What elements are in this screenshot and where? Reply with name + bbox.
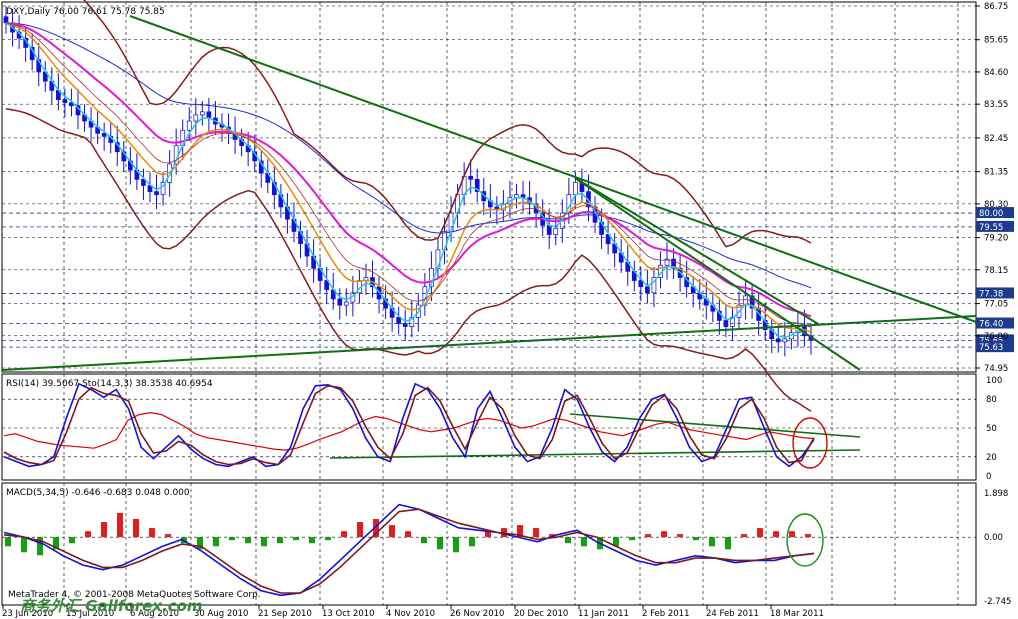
x-tick-label: 20 Dec 2010 bbox=[514, 609, 568, 619]
candle-body bbox=[62, 99, 68, 103]
rsi-tick-label: 80 bbox=[986, 395, 997, 405]
watermark-text: 商务外汇 Gallforex.com bbox=[20, 597, 203, 615]
macd-histogram-bar bbox=[709, 537, 715, 547]
candle-body bbox=[337, 298, 343, 306]
candle-body bbox=[343, 301, 349, 306]
macd-histogram-bar bbox=[405, 531, 411, 538]
macd-histogram-bar bbox=[421, 537, 427, 544]
x-tick-label: 24 Feb 2011 bbox=[706, 609, 759, 619]
price-label-text: 77.38 bbox=[979, 289, 1003, 299]
macd-histogram-bar bbox=[149, 528, 155, 538]
macd-histogram-bar bbox=[661, 531, 667, 538]
macd-histogram-bar bbox=[245, 537, 251, 544]
y-axis-ticks: 86.75 85.65 84.60 83.55 82.45 81.35 80.30 79.20… bbox=[976, 2, 1011, 607]
candle-body bbox=[193, 114, 199, 122]
price-tick-label: 85.65 bbox=[984, 36, 1008, 46]
macd-tick-label: -2.745 bbox=[984, 597, 1011, 607]
macd-histogram-bar bbox=[69, 537, 75, 544]
macd-pane-title: MACD(5,34,5) -0.646 -0.683 0.048 0.000 bbox=[6, 488, 190, 498]
price-label-text: 76.40 bbox=[979, 320, 1003, 330]
macd-histogram-bar bbox=[117, 512, 123, 538]
rsi-tick-label: 0 bbox=[986, 472, 991, 482]
price-label-text: 75.63 bbox=[979, 343, 1003, 353]
macd-histogram-bar bbox=[309, 537, 315, 544]
price-tick-label: 78.15 bbox=[984, 266, 1008, 276]
x-tick-label: 4 Nov 2010 bbox=[386, 609, 435, 619]
macd-pane[interactable] bbox=[1, 482, 977, 606]
price-tick-label: 84.60 bbox=[984, 68, 1008, 78]
macd-histogram-bar bbox=[277, 537, 283, 544]
rsi-tick-label: 20 bbox=[986, 453, 997, 463]
macd-histogram-bar bbox=[293, 537, 299, 541]
macd-tick-label: 0.00 bbox=[984, 533, 1003, 543]
x-tick-label: 18 Mar 2011 bbox=[770, 609, 824, 619]
candle-body bbox=[645, 286, 650, 294]
macd-histogram-bar bbox=[165, 534, 171, 538]
candle-body bbox=[3, 16, 9, 24]
macd-histogram-bar bbox=[325, 537, 331, 541]
macd-histogram-bar bbox=[645, 534, 651, 538]
macd-histogram-bar bbox=[677, 534, 683, 538]
macd-histogram-bar bbox=[533, 528, 539, 538]
candle-body bbox=[396, 317, 402, 324]
price-pane-title: DXY,Daily 76.00 76.61 75.78 75.85 bbox=[6, 7, 165, 17]
macd-histogram-bar bbox=[757, 528, 763, 538]
price-label-text: 80.00 bbox=[979, 209, 1003, 219]
chart-canvas: 80.0079.5577.3876.4075.8575.63 86.7585.6… bbox=[1, 0, 1014, 619]
price-label-text: 79.55 bbox=[979, 223, 1003, 233]
price-tick-label: 76.00 bbox=[984, 332, 1008, 342]
macd-histogram-bar bbox=[213, 537, 219, 547]
rsi-pane-title: RSI(14) 39.5067 Sto(14,3,3) 38.3538 40.6… bbox=[6, 379, 213, 389]
macd-histogram-bar bbox=[357, 522, 363, 538]
macd-tick-label: 1.898 bbox=[984, 489, 1008, 499]
macd-histogram-bar bbox=[789, 531, 795, 538]
price-tick-label: 86.75 bbox=[984, 2, 1008, 12]
candle-body bbox=[468, 175, 474, 180]
price-tick-label: 82.45 bbox=[984, 134, 1008, 144]
x-tick-label: 2 Feb 2011 bbox=[642, 609, 690, 619]
macd-histogram-bar bbox=[805, 534, 811, 538]
macd-histogram-bar bbox=[85, 531, 91, 538]
macd-histogram-bar bbox=[5, 537, 11, 547]
price-tick-label: 80.30 bbox=[984, 200, 1008, 210]
price-tick-label: 74.95 bbox=[984, 364, 1008, 374]
macd-histogram-bar bbox=[741, 534, 747, 538]
price-tick-label: 77.05 bbox=[984, 300, 1008, 310]
macd-histogram-bar bbox=[261, 537, 267, 547]
rsi-tick-label: 50 bbox=[986, 424, 997, 434]
x-tick-label: 21 Sep 2010 bbox=[258, 609, 312, 619]
macd-histogram-bar bbox=[453, 537, 459, 553]
price-tick-label: 83.55 bbox=[984, 100, 1008, 110]
macd-histogram-bar bbox=[389, 525, 395, 538]
macd-histogram-bar bbox=[21, 537, 27, 553]
candle-body bbox=[573, 182, 578, 196]
rsi-stoch-pane[interactable] bbox=[1, 373, 977, 481]
macd-histogram-bar bbox=[469, 537, 475, 547]
macd-histogram-bar bbox=[725, 537, 731, 550]
x-tick-label: 26 Nov 2010 bbox=[450, 609, 504, 619]
macd-histogram-bar bbox=[101, 522, 107, 538]
macd-histogram-bar bbox=[229, 537, 235, 541]
candle-body bbox=[186, 120, 192, 131]
candle-body bbox=[154, 191, 159, 196]
macd-histogram-bar bbox=[693, 537, 699, 541]
price-tick-label: 81.35 bbox=[984, 168, 1008, 178]
rsi-tick-label: 100 bbox=[986, 376, 1002, 386]
macd-histogram-bar bbox=[773, 531, 779, 538]
price-tick-label: 79.20 bbox=[984, 234, 1008, 244]
candle-body bbox=[553, 228, 559, 235]
trading-chart-window: 80.0079.5577.3876.4075.8575.63 86.7585.6… bbox=[0, 0, 1018, 619]
x-tick-label: 13 Oct 2010 bbox=[322, 609, 375, 619]
macd-histogram-bar bbox=[341, 531, 347, 538]
macd-histogram-bar bbox=[133, 519, 139, 538]
candle-body bbox=[206, 111, 212, 119]
x-tick-label: 11 Jan 2011 bbox=[578, 609, 629, 619]
macd-histogram-bar bbox=[629, 537, 635, 541]
macd-histogram-bar bbox=[437, 537, 443, 550]
macd-histogram-bar bbox=[581, 537, 587, 547]
macd-histogram-bar bbox=[565, 537, 571, 544]
candle-body bbox=[199, 111, 205, 116]
candle-body bbox=[402, 323, 408, 327]
